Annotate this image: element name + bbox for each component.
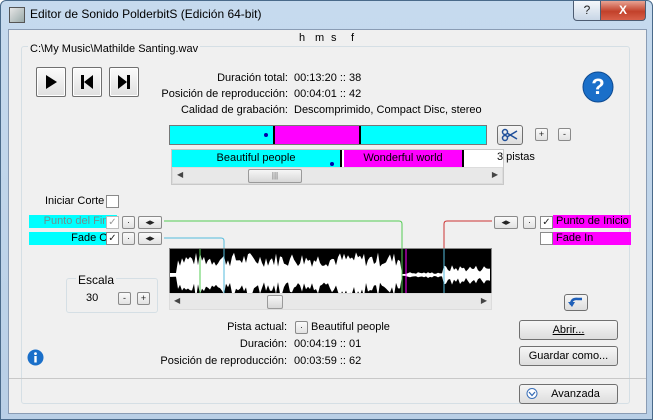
open-button-label: Abrir... xyxy=(552,324,585,336)
scale-label: Escala xyxy=(76,273,117,287)
scale-increase-button[interactable]: + xyxy=(137,292,150,305)
current-track-value: Beautiful people xyxy=(311,321,390,333)
advanced-button[interactable]: Avanzada xyxy=(519,384,618,404)
wave-scroll-right-icon[interactable]: ▶ xyxy=(481,296,487,305)
scale-decrease-button[interactable]: - xyxy=(118,292,131,305)
current-duration-label: Duración: xyxy=(239,338,287,350)
current-position-label: Posición de reproducción: xyxy=(160,355,287,367)
window-help-button[interactable]: ? xyxy=(573,1,601,21)
open-button[interactable]: Abrir... xyxy=(519,320,618,340)
window-close-button[interactable]: X xyxy=(600,1,646,21)
info-icon[interactable] xyxy=(27,349,44,366)
waveform-scrollbar-thumb[interactable] xyxy=(267,295,283,309)
footer-separator xyxy=(9,378,646,379)
save-as-button-label: Guardar como... xyxy=(528,350,609,362)
title-bar: Editor de Sonido PolderbitS (Edición 64-… xyxy=(1,1,652,28)
wave-scroll-left-icon[interactable]: ◀ xyxy=(174,296,180,305)
current-track-label: Pista actual: xyxy=(227,321,287,333)
client-area: C:\My Music\Mathilde Santing.wav h m s f… xyxy=(8,29,647,414)
app-icon xyxy=(9,7,25,23)
save-as-button[interactable]: Guardar como... xyxy=(519,346,618,366)
undo-button[interactable] xyxy=(564,294,588,311)
window-title: Editor de Sonido PolderbitS (Edición 64-… xyxy=(30,7,262,21)
waveform-scrollbar[interactable]: ◀ ▶ xyxy=(169,293,492,310)
current-position-value: 00:03:59 :: 62 xyxy=(294,355,362,367)
advanced-button-label: Avanzada xyxy=(551,388,600,400)
current-duration-value: 00:04:19 :: 01 xyxy=(294,338,362,350)
app-window: Editor de Sonido PolderbitS (Edición 64-… xyxy=(0,0,653,420)
scale-value: 30 xyxy=(86,292,99,304)
undo-icon xyxy=(568,297,582,307)
chevron-down-icon xyxy=(526,388,538,399)
current-track-marker-button[interactable]: · xyxy=(295,321,308,334)
